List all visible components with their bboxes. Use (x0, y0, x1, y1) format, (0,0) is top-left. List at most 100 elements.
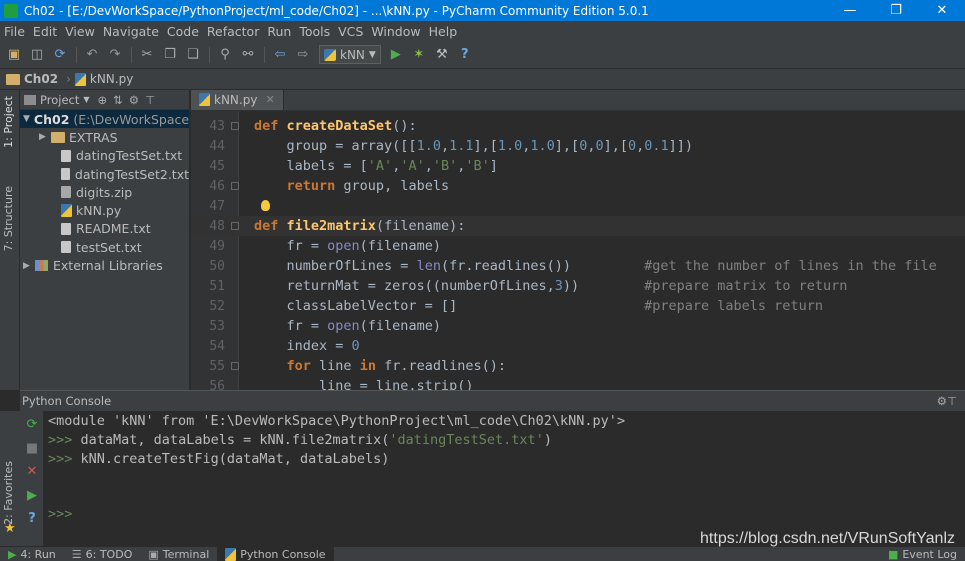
line-number: 46 (209, 178, 225, 194)
menu-refactor[interactable]: Refactor (203, 24, 263, 39)
event-log-icon: ■ (887, 547, 899, 561)
debug-icon[interactable]: ✶ (408, 45, 430, 65)
stop-icon[interactable]: ■ (25, 441, 39, 456)
close-button[interactable]: ✕ (919, 0, 965, 21)
tab-favorites[interactable]: 2: Favorites (2, 461, 15, 525)
breadcrumb-project[interactable]: Ch02 (6, 72, 58, 86)
back-icon[interactable]: ⇦ (269, 45, 291, 65)
console-toolbar: ⟳ ■ ✕ ▶ ? (20, 411, 44, 546)
run-icon[interactable]: ▶ (385, 45, 407, 65)
fold-marker-icon[interactable] (231, 362, 239, 370)
menu-view[interactable]: View (61, 24, 99, 39)
tree-item-extras[interactable]: ▶ EXTRAS (20, 128, 189, 146)
menu-tools[interactable]: Tools (295, 24, 334, 39)
code-text: group = array([[1.0,1.1],[1.0,1.0],[0,0]… (254, 138, 694, 154)
tab-structure[interactable]: 7: Structure (2, 186, 15, 251)
project-header-tools[interactable]: ⊕⇅⚙⊤ (98, 93, 162, 107)
copy-icon[interactable]: ❐ (159, 45, 181, 65)
fold-marker-icon[interactable] (231, 182, 239, 190)
maximize-button[interactable]: ❐ (873, 0, 919, 21)
sync-icon[interactable]: ⟳ (49, 45, 71, 65)
breadcrumb-file[interactable]: kNN.py (74, 72, 133, 86)
tree-item-testset[interactable]: testSet.txt (20, 238, 189, 256)
chevron-down-icon[interactable]: ▼ (83, 95, 89, 104)
editor-tab-bar: kNN.py ✕ (191, 90, 965, 111)
tab-label: 4: Run (20, 547, 56, 561)
fold-marker-icon[interactable] (231, 222, 239, 230)
console-title: Python Console (22, 394, 112, 408)
help-icon[interactable]: ? (454, 45, 476, 65)
fold-marker-icon[interactable] (231, 122, 239, 130)
expand-arrow-icon[interactable]: ▶ (23, 261, 35, 271)
line-number: 45 (209, 158, 225, 174)
minimize-button[interactable]: — (827, 0, 873, 21)
left-tool-strip: 1: Project 7: Structure (0, 90, 20, 390)
folder-icon (6, 73, 20, 85)
code-text: numberOfLines = len(fr.readlines()) #get… (254, 258, 937, 274)
code-area[interactable]: 43 def createDataSet(): 44 group = array… (191, 111, 965, 390)
execute-icon[interactable]: ▶ (25, 488, 39, 503)
menu-vcs[interactable]: VCS (334, 24, 367, 39)
editor-tab-knn[interactable]: kNN.py ✕ (191, 90, 284, 110)
gear-icon[interactable]: ⚙⊤ (937, 394, 957, 408)
forward-icon[interactable]: ⇨ (292, 45, 314, 65)
tree-root-name: Ch02 (33, 111, 70, 127)
editor-tab-label: kNN.py (214, 92, 258, 107)
replace-icon[interactable]: ⚯ (237, 45, 259, 65)
tab-run[interactable]: ▶ 4: Run (0, 547, 64, 561)
save-icon[interactable]: ◫ (26, 45, 48, 65)
python-icon (225, 547, 237, 561)
find-icon[interactable]: ⚲ (214, 45, 236, 65)
tree-item-knn-py[interactable]: kNN.py (20, 201, 189, 219)
tree-item-datingtestset[interactable]: datingTestSet.txt (20, 147, 189, 165)
menu-file[interactable]: File (0, 24, 29, 39)
expand-arrow-icon[interactable]: ▼ (23, 114, 30, 124)
text-file-icon (61, 222, 71, 235)
menu-code[interactable]: Code (163, 24, 203, 39)
undo-icon[interactable]: ↶ (81, 45, 103, 65)
run-config-select[interactable]: kNN ▼ (319, 45, 381, 64)
tree-item-datingtestset2[interactable]: datingTestSet2.txt (20, 165, 189, 183)
rerun-icon[interactable]: ⟳ (25, 417, 39, 432)
console-command: ) (543, 432, 552, 448)
console-current-prompt[interactable]: >>> (48, 506, 72, 525)
tree-root[interactable]: ▼ Ch02 (E:\DevWorkSpace (20, 110, 189, 129)
console-prompt: >>> (48, 451, 73, 467)
close-tab-icon[interactable]: ✕ (265, 93, 274, 106)
paste-icon[interactable]: ❑ (182, 45, 204, 65)
folder-open-icon[interactable]: ▣ (3, 45, 25, 65)
tab-todo[interactable]: ☰ 6: TODO (64, 547, 141, 561)
code-text: fr = open(filename) (254, 318, 441, 334)
menu-window[interactable]: Window (367, 24, 424, 39)
cut-icon[interactable]: ✂ (136, 45, 158, 65)
line-number: 52 (209, 298, 225, 314)
run-icon: ▶ (8, 547, 17, 561)
menu-run[interactable]: Run (263, 24, 295, 39)
line-number: 51 (209, 278, 225, 294)
lightbulb-icon[interactable] (261, 200, 270, 211)
code-line: 44 group = array([[1.0,1.1],[1.0,1.0],[0… (191, 136, 965, 156)
tab-project[interactable]: 1: Project (2, 96, 15, 148)
window-title: Ch02 - [E:/DevWorkSpace/PythonProject/ml… (24, 3, 649, 18)
menu-navigate[interactable]: Navigate (99, 24, 163, 39)
title-bar: Ch02 - [E:/DevWorkSpace/PythonProject/ml… (0, 0, 965, 21)
tree-item-readme[interactable]: README.txt (20, 220, 189, 238)
help-icon[interactable]: ? (25, 511, 39, 526)
close-icon[interactable]: ✕ (25, 464, 39, 479)
expand-arrow-icon[interactable]: ▶ (39, 132, 51, 142)
menu-edit[interactable]: Edit (29, 24, 61, 39)
tab-terminal[interactable]: ▣ Terminal (140, 547, 217, 561)
tree-item-external-libraries[interactable]: ▶ External Libraries (20, 256, 189, 274)
settings-icon[interactable]: ⚒ (431, 45, 453, 65)
code-text: fr = open(filename) (254, 238, 441, 254)
python-console[interactable]: <module 'kNN' from 'E:\DevWorkSpace\Pyth… (44, 411, 965, 546)
menu-help[interactable]: Help (425, 24, 462, 39)
tree-item-digits-zip[interactable]: digits.zip (20, 183, 189, 201)
breadcrumb-separator: › (66, 72, 71, 86)
tab-python-console[interactable]: Python Console (217, 546, 334, 561)
tree-item-label: digits.zip (76, 184, 133, 200)
tab-event-log[interactable]: ■ Event Log (880, 547, 965, 561)
tree-item-label: External Libraries (53, 258, 163, 274)
redo-icon[interactable]: ↷ (104, 45, 126, 65)
project-view-select[interactable]: Project (40, 93, 79, 107)
